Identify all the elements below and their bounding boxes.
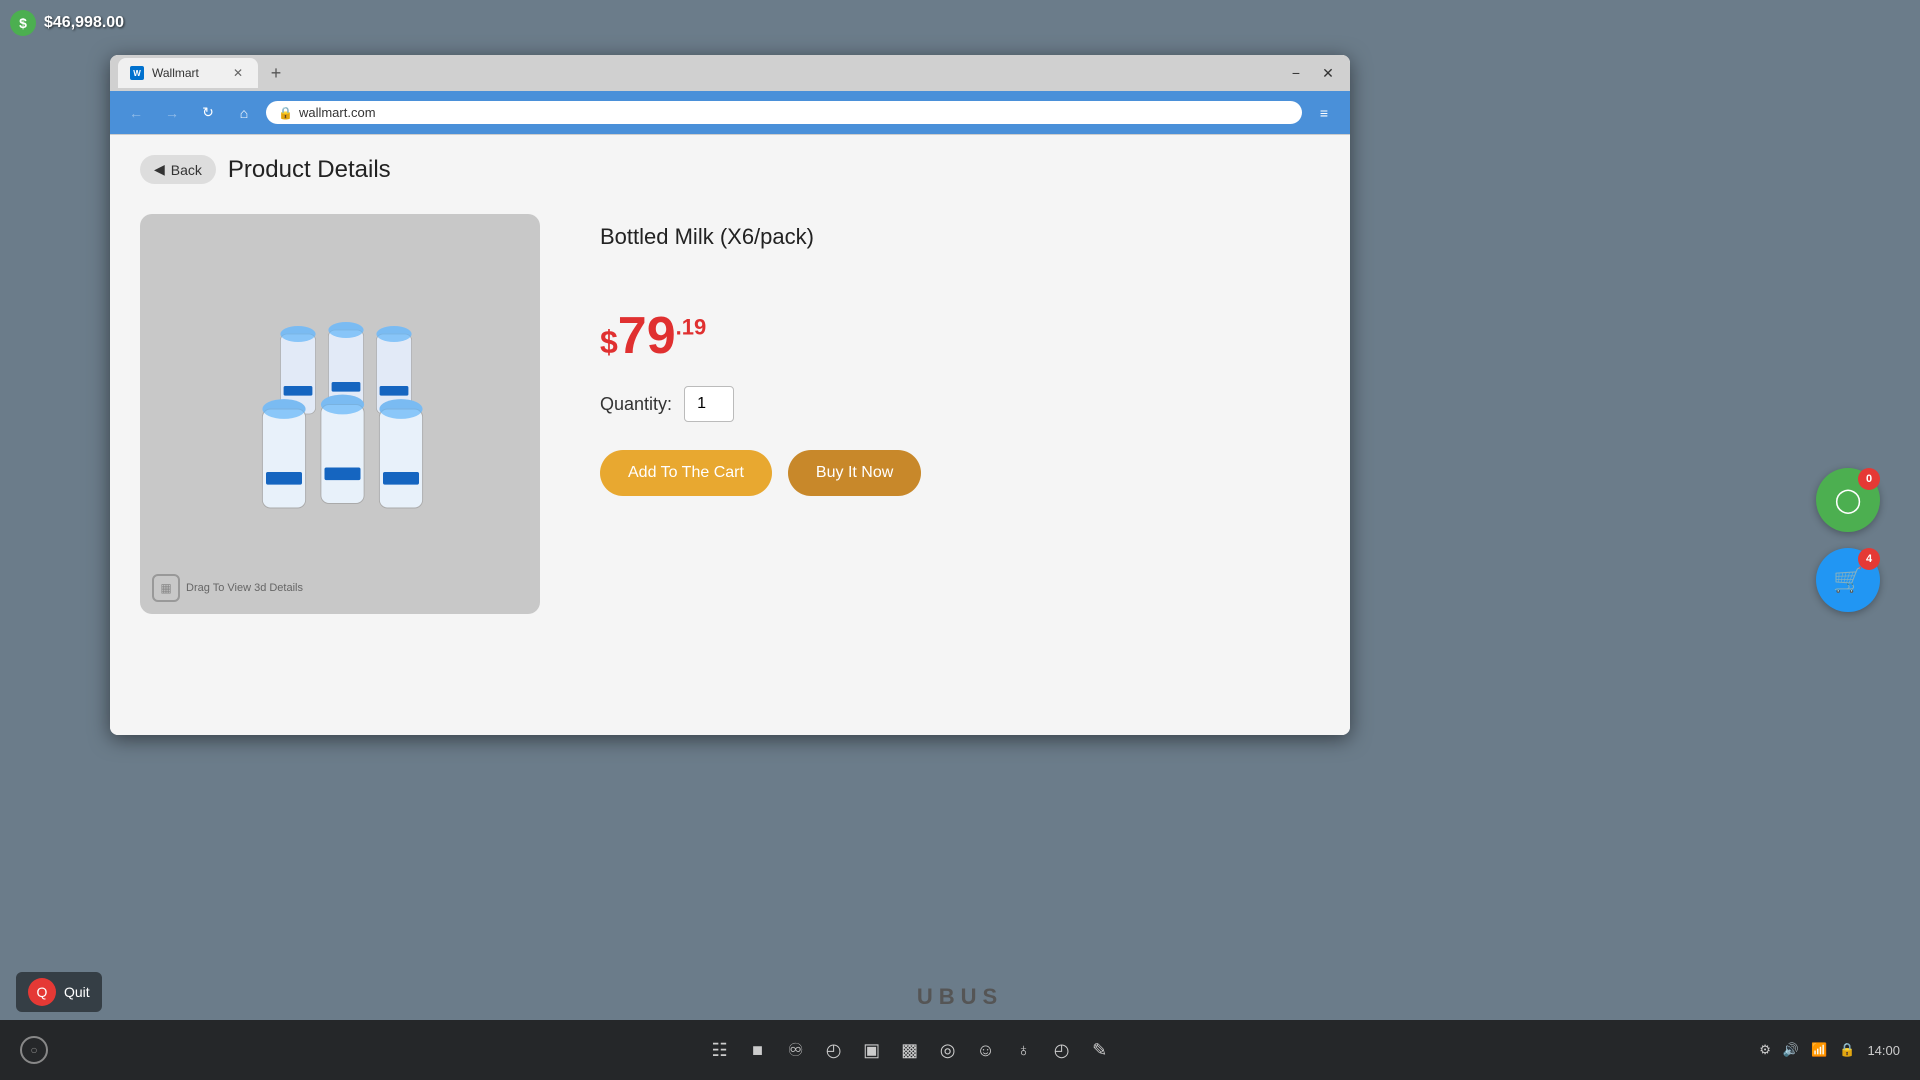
tb-clock-icon[interactable]: ◴ [819,1035,849,1065]
taskbar-left: ○ [20,1036,60,1064]
loading-indicator: ○ [20,1036,48,1064]
tb-chat-icon[interactable]: ✎ [1085,1035,1115,1065]
tb-settings-icon: ⚙ [1759,1042,1771,1058]
product-svg [190,264,490,564]
page-content: ◀ Back Product Details [110,135,1350,735]
address-bar: ← → ↻ ⌂ 🔒 wallmart.com ≡ [110,91,1350,135]
ubus-brand: UBUS [917,984,1003,1010]
tb-grid-icon[interactable]: ☷ [705,1035,735,1065]
tab-label: Wallmart [152,66,199,80]
back-nav-button[interactable]: ← [122,99,150,127]
quit-icon: Q [28,978,56,1006]
inventory-icon: ◯ [1835,486,1862,515]
tb-loop-icon[interactable]: ♾ [781,1035,811,1065]
product-details: Bottled Milk (X6/pack) $79.19 Quantity: … [600,214,1320,496]
browser-window: W Wallmart ✕ + − ✕ ← → ↻ ⌂ 🔒 wallmart.co… [110,55,1350,735]
close-button[interactable]: ✕ [1314,59,1342,87]
fab-container: ◯ 0 🛒 4 [1816,468,1880,612]
page-title: Product Details [228,156,391,184]
tb-volume-icon: 🔊 [1783,1042,1799,1058]
quantity-input[interactable] [684,386,734,422]
quit-label: Quit [64,984,90,1000]
browser-tab[interactable]: W Wallmart ✕ [118,58,258,88]
minimize-button[interactable]: − [1282,59,1310,87]
price-cents: .19 [676,315,707,340]
quantity-row: Quantity: [600,386,1320,422]
inventory-fab[interactable]: ◯ 0 [1816,468,1880,532]
home-button[interactable]: ⌂ [230,99,258,127]
tab-close-button[interactable]: ✕ [230,65,246,81]
new-tab-button[interactable]: + [262,59,290,87]
add-to-cart-button[interactable]: Add To The Cart [600,450,772,496]
product-price: $79.19 [600,310,1320,362]
action-buttons: Add To The Cart Buy It Now [600,450,1320,496]
product-area: ▦ Drag To View 3d Details Bottled Milk (… [140,214,1320,614]
money-amount: $46,998.00 [44,14,124,32]
forward-nav-button[interactable]: → [158,99,186,127]
drag-hint-text: Drag To View 3d Details [186,582,303,594]
lock-icon: 🔒 [278,106,293,120]
window-controls: − ✕ [1282,59,1342,87]
refresh-button[interactable]: ↻ [194,99,222,127]
browser-chrome: W Wallmart ✕ + − ✕ ← → ↻ ⌂ 🔒 wallmart.co… [110,55,1350,135]
back-arrow-icon: ◀ [154,161,165,178]
tab-bar: W Wallmart ✕ + − ✕ [110,55,1350,91]
tb-target-icon[interactable]: ◎ [933,1035,963,1065]
page-header: ◀ Back Product Details [140,155,1320,184]
product-image-container: ▦ Drag To View 3d Details [140,214,540,614]
price-whole: 79 [618,307,676,365]
extensions-button[interactable]: ≡ [1310,99,1338,127]
cart-icon: 🛒 [1833,566,1863,595]
tb-window-icon[interactable]: ▣ [857,1035,887,1065]
price-symbol: $ [600,324,618,360]
taskbar-right: ⚙ 🔊 📶 🔒 14:00 [1759,1042,1900,1058]
cart-badge: 4 [1858,548,1880,570]
tb-face-icon[interactable]: ☺ [971,1035,1001,1065]
quantity-label: Quantity: [600,394,672,415]
taskbar-icons: ☷ ■ ♾ ◴ ▣ ▩ ◎ ☺ ♁ ◴ ✎ [60,1035,1759,1065]
taskbar-time: 14:00 [1867,1043,1900,1058]
tb-lock-icon: 🔒 [1839,1042,1855,1058]
product-image [180,254,500,574]
price-display: $79.19 [600,307,706,365]
url-text: wallmart.com [299,105,376,120]
back-label: Back [171,162,202,178]
back-button[interactable]: ◀ Back [140,155,216,184]
tb-wifi-icon: 📶 [1811,1042,1827,1058]
tb-globe-icon[interactable]: ♁ [1009,1035,1039,1065]
inventory-badge: 0 [1858,468,1880,490]
product-name: Bottled Milk (X6/pack) [600,224,1320,250]
money-icon: $ [10,10,36,36]
drag-hint: ▦ Drag To View 3d Details [152,574,303,602]
tab-favicon: W [130,66,144,80]
money-display: $ $46,998.00 [0,0,200,45]
taskbar-bottom: ○ ☷ ■ ♾ ◴ ▣ ▩ ◎ ☺ ♁ ◴ ✎ ⚙ 🔊 📶 🔒 14:00 [0,1020,1920,1080]
cart-fab[interactable]: 🛒 4 [1816,548,1880,612]
quit-button[interactable]: Q Quit [16,972,102,1012]
buy-it-now-button[interactable]: Buy It Now [788,450,921,496]
tb-puzzle-icon[interactable]: ▩ [895,1035,925,1065]
url-bar[interactable]: 🔒 wallmart.com [266,101,1302,124]
tb-terminal-icon[interactable]: ■ [743,1035,773,1065]
3d-icon: ▦ [152,574,180,602]
tb-monitor-icon[interactable]: ◴ [1047,1035,1077,1065]
